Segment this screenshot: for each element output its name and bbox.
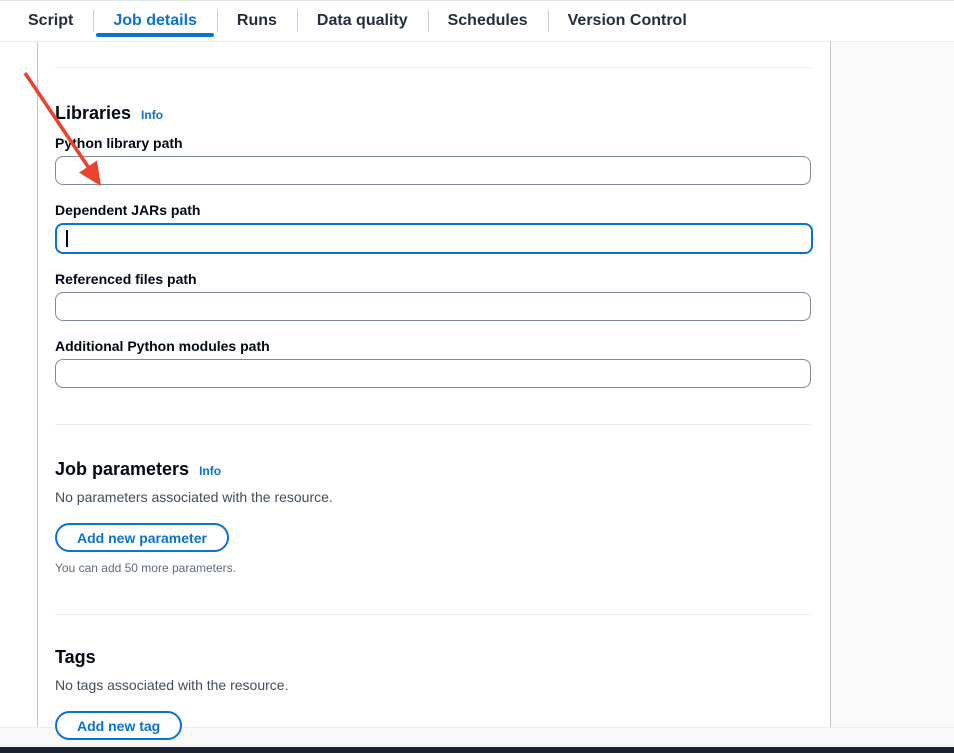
python-library-path-label: Python library path [55,135,811,151]
glue-job-page: Script Job details Runs Data quality Sch… [0,0,954,753]
section-divider [55,614,811,615]
tab-runs-label: Runs [237,12,277,30]
tab-version-control[interactable]: Version Control [548,1,707,41]
main-area: Libraries Info Python library path Depen… [0,42,954,753]
dependent-jars-path-label: Dependent JARs path [55,202,811,218]
add-new-parameter-button[interactable]: Add new parameter [55,523,229,552]
referenced-files-path-input[interactable] [55,292,811,321]
libraries-info-link[interactable]: Info [141,108,163,122]
job-parameters-hint-text: You can add 50 more parameters. [55,561,811,575]
tags-empty-text: No tags associated with the resource. [55,677,811,693]
additional-python-modules-path-field: Additional Python modules path [55,338,811,388]
right-gutter [831,42,954,727]
additional-python-modules-path-input[interactable] [55,359,811,388]
tab-schedules-label: Schedules [448,12,528,30]
tab-schedules[interactable]: Schedules [428,1,548,41]
tab-data-quality-label: Data quality [317,12,408,30]
job-parameters-empty-text: No parameters associated with the resour… [55,489,811,505]
additional-python-modules-path-label: Additional Python modules path [55,338,811,354]
add-new-tag-button[interactable]: Add new tag [55,711,182,740]
tab-job-details[interactable]: Job details [93,1,217,41]
job-parameters-heading: Job parameters Info [55,459,811,480]
window-bottom-edge [0,747,954,753]
tab-job-details-label: Job details [113,12,197,30]
tab-data-quality[interactable]: Data quality [297,1,428,41]
tab-script[interactable]: Script [8,1,93,41]
tags-heading: Tags [55,647,811,668]
tags-heading-text: Tags [55,647,96,668]
tab-runs[interactable]: Runs [217,1,297,41]
python-library-path-field: Python library path [55,135,811,185]
dependent-jars-path-field: Dependent JARs path [55,202,811,254]
text-cursor [66,230,68,247]
job-details-panel: Libraries Info Python library path Depen… [37,42,831,727]
referenced-files-path-field: Referenced files path [55,271,811,321]
job-parameters-info-link[interactable]: Info [199,464,221,478]
referenced-files-path-label: Referenced files path [55,271,811,287]
section-divider [55,67,811,68]
tab-script-label: Script [28,12,73,30]
libraries-heading-text: Libraries [55,103,131,124]
job-parameters-heading-text: Job parameters [55,459,189,480]
section-divider [55,424,811,425]
dependent-jars-path-input[interactable] [55,223,813,254]
tab-version-control-label: Version Control [568,12,687,30]
job-tabbar: Script Job details Runs Data quality Sch… [0,0,954,42]
libraries-heading: Libraries Info [55,103,811,124]
python-library-path-input[interactable] [55,156,811,185]
